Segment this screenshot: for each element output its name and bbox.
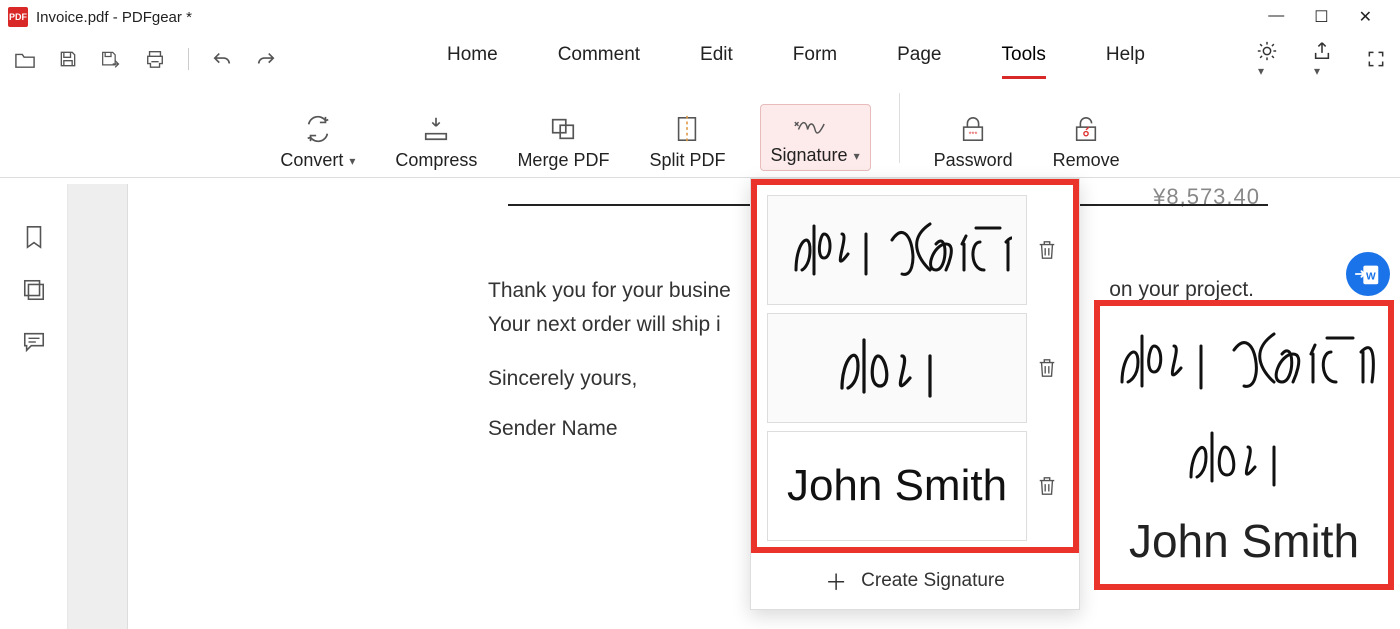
applied-signature-cursive-2 [1159, 423, 1329, 493]
ribbon-remove[interactable]: Remove [1047, 114, 1126, 171]
signature-dropdown: John Smith ＋ Create Signature [750, 178, 1080, 610]
convert-icon [303, 114, 333, 144]
svg-text:W: W [1366, 272, 1376, 283]
tools-ribbon: Convert ▾ Compress Merge PDF Split PDF Si… [0, 84, 1400, 178]
password-label: Password [934, 150, 1013, 171]
split-label: Split PDF [649, 150, 725, 171]
quick-toolbar [14, 48, 277, 70]
signature-item-1[interactable] [763, 191, 1067, 309]
signature-icon [793, 109, 837, 139]
document-gutter [68, 184, 128, 629]
bookmark-icon[interactable] [22, 224, 46, 250]
signature-label: Signature [771, 145, 848, 166]
fullscreen-icon[interactable] [1366, 49, 1386, 69]
svg-text:***: *** [969, 129, 978, 138]
applied-signatures-highlight: John Smith [1094, 300, 1394, 590]
create-signature-button[interactable]: ＋ Create Signature [751, 553, 1079, 601]
comments-icon[interactable] [22, 330, 46, 354]
right-toolbar: ▾ ▾ [1256, 40, 1386, 78]
ribbon-signature[interactable]: Signature ▾ [760, 104, 871, 171]
trash-icon [1037, 239, 1057, 261]
merge-icon [548, 114, 578, 144]
thumbnails-icon[interactable] [22, 278, 46, 302]
redo-icon[interactable] [255, 49, 277, 69]
app-logo: PDF [8, 7, 28, 27]
convert-label: Convert [280, 150, 343, 171]
ribbon-split[interactable]: Split PDF [643, 114, 731, 171]
ribbon-convert[interactable]: Convert ▾ [274, 114, 361, 171]
invoice-amount: ¥8,573.40 [1153, 184, 1260, 210]
compress-icon [421, 114, 451, 144]
maximize-button[interactable]: ☐ [1314, 7, 1328, 27]
delete-signature-3[interactable] [1037, 475, 1063, 497]
compress-label: Compress [395, 150, 477, 171]
menubar: Home Comment Edit Form Page Tools Help ▾… [0, 34, 1400, 84]
doc-line1: Thank you for your busine [488, 279, 731, 302]
menu-home[interactable]: Home [447, 40, 498, 79]
print-icon[interactable] [144, 49, 166, 69]
menu-comment[interactable]: Comment [558, 40, 640, 79]
ribbon-merge[interactable]: Merge PDF [511, 114, 615, 171]
toolbar-separator [188, 48, 189, 70]
applied-signature-typed: John Smith [1129, 514, 1359, 568]
plus-icon: ＋ [825, 565, 847, 597]
merge-label: Merge PDF [517, 150, 609, 171]
close-button[interactable]: ✕ [1359, 7, 1372, 27]
undo-icon[interactable] [211, 49, 233, 69]
minimize-button[interactable]: — [1268, 7, 1284, 27]
remove-label: Remove [1053, 150, 1120, 171]
ribbon-separator [899, 93, 900, 163]
ribbon-password[interactable]: *** Password [928, 114, 1019, 171]
signature-thumb-cursive[interactable] [767, 313, 1027, 423]
doc-line1-tail: on your project. [1109, 278, 1254, 302]
export-to-word-button[interactable]: W [1346, 252, 1390, 296]
split-icon [673, 114, 701, 144]
share-icon[interactable]: ▾ [1312, 40, 1332, 78]
trash-icon [1037, 357, 1057, 379]
word-export-icon: W [1354, 260, 1382, 288]
applied-signature-cursive-1 [1104, 322, 1384, 402]
save-as-icon[interactable] [100, 49, 122, 69]
menu-page[interactable]: Page [897, 40, 941, 79]
window-title: Invoice.pdf - PDFgear * [36, 9, 192, 26]
delete-signature-2[interactable] [1037, 357, 1063, 379]
save-icon[interactable] [58, 49, 78, 69]
chevron-down-icon: ▾ [854, 149, 860, 163]
signature-thumb-typed[interactable]: John Smith [767, 431, 1027, 541]
left-rail [0, 184, 68, 629]
window-controls: — ☐ ✕ [1268, 7, 1392, 27]
chevron-down-icon: ▾ [349, 154, 355, 168]
doc-line2: Your next order will ship i [488, 313, 721, 336]
signature-highlight-frame: John Smith [751, 179, 1079, 553]
menu-edit[interactable]: Edit [700, 40, 733, 79]
titlebar: PDF Invoice.pdf - PDFgear * — ☐ ✕ [0, 0, 1400, 34]
create-signature-label: Create Signature [861, 570, 1005, 592]
menu-tools[interactable]: Tools [1002, 40, 1046, 79]
ribbon-compress[interactable]: Compress [389, 114, 483, 171]
theme-icon[interactable]: ▾ [1256, 40, 1278, 78]
open-icon[interactable] [14, 49, 36, 69]
menu-help[interactable]: Help [1106, 40, 1145, 79]
delete-signature-1[interactable] [1037, 239, 1063, 261]
unlock-icon [1072, 114, 1100, 144]
menu-form[interactable]: Form [793, 40, 837, 79]
signature-item-2[interactable] [763, 309, 1067, 427]
trash-icon [1037, 475, 1057, 497]
signature-thumb-cursive[interactable] [767, 195, 1027, 305]
main-menu: Home Comment Edit Form Page Tools Help [447, 40, 1145, 79]
lock-icon: *** [959, 114, 987, 144]
signature-item-3[interactable]: John Smith [763, 427, 1067, 545]
